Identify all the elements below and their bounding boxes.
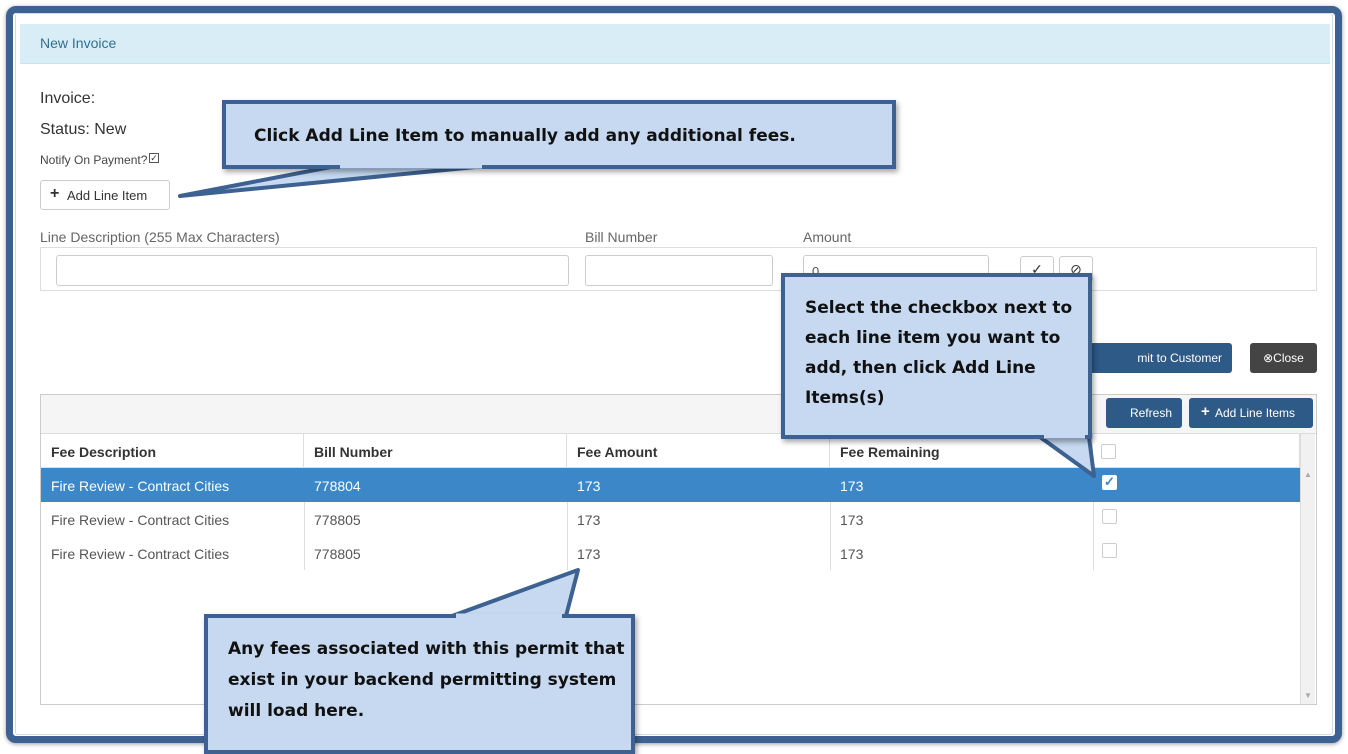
callout-tail-joins <box>340 163 1085 619</box>
